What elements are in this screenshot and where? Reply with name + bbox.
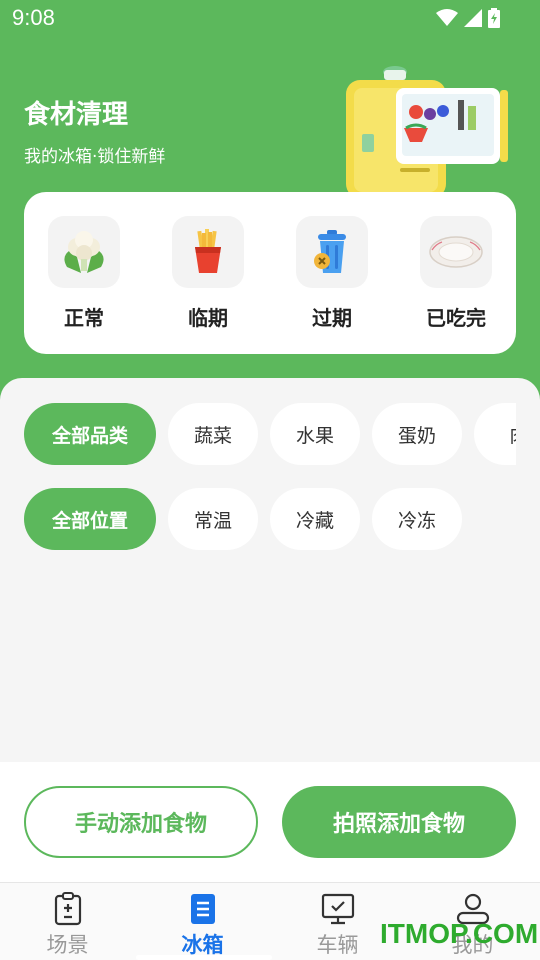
filter-category-vegetables[interactable]: 蔬菜 <box>168 403 258 465</box>
page-subtitle: 我的冰箱·锁住新鲜 <box>24 147 166 167</box>
filter-category-meat[interactable]: 肉 <box>474 403 516 465</box>
status-label-eaten: 已吃完 <box>426 306 486 330</box>
status-icons <box>436 8 500 28</box>
status-label-expired: 过期 <box>312 306 352 330</box>
category-filter-row: 全部品类 蔬菜 水果 蛋奶 肉 <box>24 403 516 465</box>
trash-can-icon <box>314 230 346 273</box>
photo-add-button[interactable]: 拍照添加食物 <box>282 786 516 858</box>
tab-scenes[interactable]: 场景 <box>0 891 135 959</box>
status-bar: 9:08 <box>0 0 540 36</box>
monitor-icon <box>321 893 354 925</box>
tab-label-scenes: 场景 <box>46 933 89 957</box>
fridge-illustration <box>346 66 508 198</box>
document-icon <box>190 894 215 924</box>
manual-add-button[interactable]: 手动添加食物 <box>24 786 258 858</box>
status-label-expiring: 临期 <box>188 306 228 330</box>
page-title: 食材清理 <box>24 100 129 130</box>
fries-icon <box>195 229 221 273</box>
food-status-card: 正常 临期 过期 已吃完 <box>24 192 516 354</box>
status-item-eaten[interactable]: 已吃完 <box>406 216 506 331</box>
bottom-actions: 手动添加食物 拍照添加食物 <box>0 762 540 882</box>
battery-icon <box>488 8 500 28</box>
filter-location-room-temp[interactable]: 常温 <box>168 488 258 550</box>
filter-category-fruit[interactable]: 水果 <box>270 403 360 465</box>
tab-fridge[interactable]: 冰箱 <box>135 891 270 959</box>
filter-category-eggs-dairy[interactable]: 蛋奶 <box>372 403 462 465</box>
status-item-expired[interactable]: 过期 <box>282 216 382 331</box>
status-item-normal[interactable]: 正常 <box>34 216 134 331</box>
status-time: 9:08 <box>12 5 55 30</box>
status-label-normal: 正常 <box>64 306 104 330</box>
filter-location-refrigerated[interactable]: 冷藏 <box>270 488 360 550</box>
filter-location-all[interactable]: 全部位置 <box>24 488 156 550</box>
filter-area: 全部品类 蔬菜 水果 蛋奶 肉 全部位置 常温 冷藏 冷冻 <box>0 378 540 762</box>
filter-category-all[interactable]: 全部品类 <box>24 403 156 465</box>
filter-location-frozen[interactable]: 冷冻 <box>372 488 462 550</box>
cauliflower-icon <box>64 231 104 273</box>
home-indicator <box>136 955 272 960</box>
signal-icon <box>464 9 482 27</box>
empty-plate-icon <box>429 236 483 268</box>
location-filter-row: 全部位置 常温 冷藏 冷冻 <box>24 488 516 550</box>
clipboard-icon <box>54 892 81 926</box>
status-item-expiring[interactable]: 临期 <box>158 216 258 331</box>
wifi-icon <box>436 9 458 26</box>
watermark: ITMOP.COM <box>380 918 539 949</box>
